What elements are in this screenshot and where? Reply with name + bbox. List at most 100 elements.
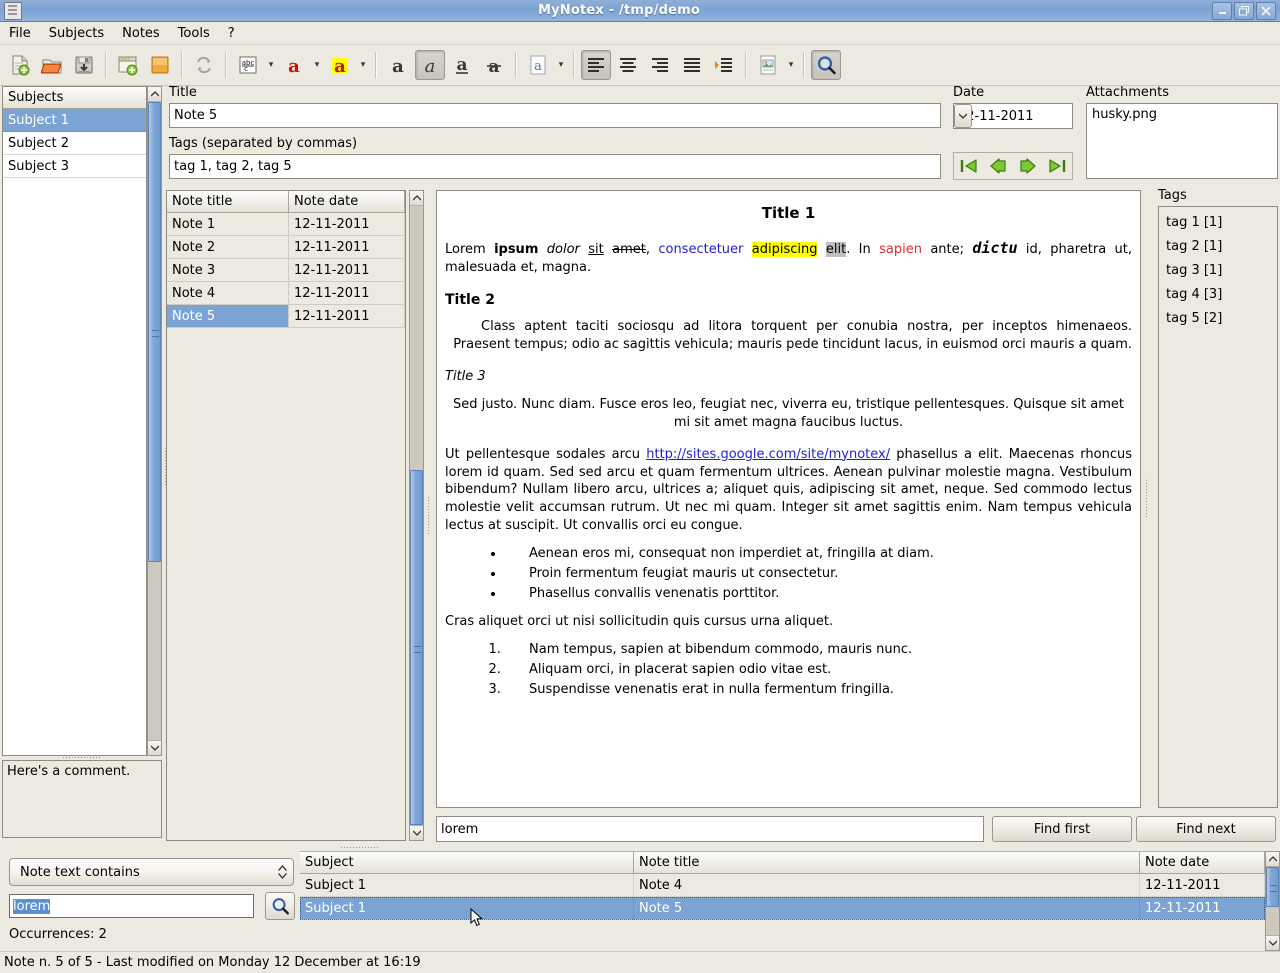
- note-document-view[interactable]: Title 1 Lorem ipsum dolor sit amet, cons…: [436, 190, 1141, 808]
- menu-subjects[interactable]: Subjects: [40, 24, 113, 43]
- bottom-panel-splitter[interactable]: [295, 844, 425, 850]
- highlight-dropdown-chevron-down-icon[interactable]: [356, 50, 370, 80]
- results-col-subject[interactable]: Subject: [300, 852, 634, 874]
- result-date-cell[interactable]: 12-11-2011: [1140, 897, 1265, 920]
- insert-image-chevron-down-icon[interactable]: [784, 50, 798, 80]
- subjects-scrollbar[interactable]: [147, 86, 162, 756]
- insert-image-button[interactable]: [753, 50, 783, 80]
- bold-button[interactable]: a: [383, 50, 413, 80]
- find-input[interactable]: lorem: [436, 816, 984, 842]
- highlight-color-button[interactable]: a: [325, 50, 355, 80]
- note-title-cell[interactable]: Note 3: [167, 259, 289, 282]
- results-scroll-up-arrow-icon[interactable]: [1266, 852, 1279, 867]
- mynotex-link[interactable]: http://sites.google.com/site/mynotex/: [646, 447, 890, 462]
- notes-scroll-thumb[interactable]: [410, 470, 423, 825]
- font-button[interactable]: abc c: [233, 50, 263, 80]
- font-color-dropdown-chevron-down-icon[interactable]: [310, 50, 324, 80]
- subject-item-3[interactable]: Subject 3: [3, 155, 146, 178]
- tag-item[interactable]: tag 2 [1]: [1159, 235, 1277, 259]
- results-col-date[interactable]: Note date: [1140, 852, 1265, 874]
- previous-note-button[interactable]: [985, 154, 1011, 178]
- note-date-cell[interactable]: 12-11-2011: [289, 305, 405, 328]
- note-date-cell[interactable]: 12-11-2011: [289, 213, 405, 236]
- first-note-button[interactable]: [956, 154, 982, 178]
- search-execute-button[interactable]: [265, 892, 295, 920]
- subjects-scroll-up-arrow-icon[interactable]: [148, 87, 161, 102]
- menu-help[interactable]: ?: [219, 24, 244, 43]
- find-next-button[interactable]: Find next: [1136, 816, 1276, 842]
- table-row[interactable]: Note 4 12-11-2011: [167, 282, 405, 305]
- next-note-button[interactable]: [1015, 154, 1041, 178]
- attachments-list[interactable]: husky.png: [1086, 103, 1278, 179]
- result-title-cell[interactable]: Note 4: [634, 874, 1140, 897]
- table-row[interactable]: Subject 1 Note 5 12-11-2011: [300, 897, 1265, 920]
- table-row[interactable]: Note 1 12-11-2011: [167, 213, 405, 236]
- note-title-cell[interactable]: Note 4: [167, 282, 289, 305]
- paragraph-style-chevron-down-icon[interactable]: [554, 50, 568, 80]
- subject-item-1[interactable]: Subject 1: [3, 109, 146, 132]
- underline-button[interactable]: a: [447, 50, 477, 80]
- results-col-title[interactable]: Note title: [634, 852, 1140, 874]
- notes-scroll-down-arrow-icon[interactable]: [410, 825, 423, 840]
- find-first-button[interactable]: Find first: [992, 816, 1132, 842]
- comment-box[interactable]: Here's a comment.: [2, 760, 162, 838]
- notes-scroll-track-upper[interactable]: [410, 206, 423, 470]
- results-scroll-down-arrow-icon[interactable]: [1266, 935, 1279, 950]
- save-button[interactable]: [69, 50, 99, 80]
- font-dropdown-chevron-down-icon[interactable]: [264, 50, 278, 80]
- refresh-button[interactable]: [189, 50, 219, 80]
- tag-item[interactable]: tag 5 [2]: [1159, 307, 1277, 331]
- table-row[interactable]: Note 2 12-11-2011: [167, 236, 405, 259]
- font-color-button[interactable]: a: [279, 50, 309, 80]
- notes-scrollbar[interactable]: [409, 190, 424, 841]
- table-row[interactable]: Note 3 12-11-2011: [167, 259, 405, 282]
- strikethrough-button[interactable]: a: [479, 50, 509, 80]
- note-date-cell[interactable]: 12-11-2011: [289, 282, 405, 305]
- tag-item[interactable]: tag 1 [1]: [1159, 211, 1277, 235]
- tag-item[interactable]: tag 4 [3]: [1159, 283, 1277, 307]
- note-title-cell[interactable]: Note 2: [167, 236, 289, 259]
- table-row[interactable]: Subject 1 Note 4 12-11-2011: [300, 874, 1265, 897]
- align-right-button[interactable]: [645, 50, 675, 80]
- result-subject-cell[interactable]: Subject 1: [300, 874, 634, 897]
- results-scroll-track[interactable]: [1266, 907, 1279, 935]
- open-button[interactable]: [37, 50, 67, 80]
- close-button[interactable]: [1256, 1, 1276, 20]
- search-criteria-select[interactable]: Note text contains: [9, 858, 294, 886]
- notes-document-splitter[interactable]: [425, 190, 431, 841]
- results-scroll-thumb[interactable]: [1266, 867, 1279, 907]
- attachment-item[interactable]: husky.png: [1092, 107, 1272, 122]
- align-left-button[interactable]: [581, 50, 611, 80]
- note-date-cell[interactable]: 12-11-2011: [289, 259, 405, 282]
- align-center-button[interactable]: [613, 50, 643, 80]
- minimize-button[interactable]: [1212, 1, 1232, 20]
- notes-scroll-up-arrow-icon[interactable]: [410, 191, 423, 206]
- subject-button[interactable]: [145, 50, 175, 80]
- select-updown-chevron-icon[interactable]: [271, 865, 293, 879]
- result-date-cell[interactable]: 12-11-2011: [1140, 874, 1265, 897]
- menu-notes[interactable]: Notes: [113, 24, 169, 43]
- align-justify-button[interactable]: [677, 50, 707, 80]
- result-subject-cell[interactable]: Subject 1: [300, 897, 634, 920]
- subjects-scroll-thumb[interactable]: [148, 102, 161, 562]
- tags-input[interactable]: tag 1, tag 2, tag 5: [169, 154, 941, 179]
- subjects-scroll-track[interactable]: [148, 562, 161, 740]
- last-note-button[interactable]: [1044, 154, 1070, 178]
- date-dropdown-chevron-down-icon[interactable]: [954, 104, 972, 128]
- result-title-cell[interactable]: Note 5: [634, 897, 1140, 920]
- italic-button[interactable]: a: [415, 50, 445, 80]
- tag-item[interactable]: tag 3 [1]: [1159, 259, 1277, 283]
- document-tags-splitter[interactable]: [1143, 190, 1149, 808]
- date-combo[interactable]: 12-11-2011: [953, 103, 1073, 129]
- new-note-button[interactable]: [5, 50, 35, 80]
- menu-file[interactable]: File: [0, 24, 40, 43]
- note-date-cell[interactable]: 12-11-2011: [289, 236, 405, 259]
- tags-panel[interactable]: tag 1 [1] tag 2 [1] tag 3 [1] tag 4 [3] …: [1158, 206, 1278, 808]
- results-scrollbar[interactable]: [1265, 851, 1280, 951]
- search-input[interactable]: lorem: [9, 894, 254, 918]
- new-subject-button[interactable]: [113, 50, 143, 80]
- subject-item-2[interactable]: Subject 2: [3, 132, 146, 155]
- subjects-scroll-down-arrow-icon[interactable]: [148, 740, 161, 755]
- notes-col-title[interactable]: Note title: [167, 191, 289, 213]
- paragraph-style-button[interactable]: a: [523, 50, 553, 80]
